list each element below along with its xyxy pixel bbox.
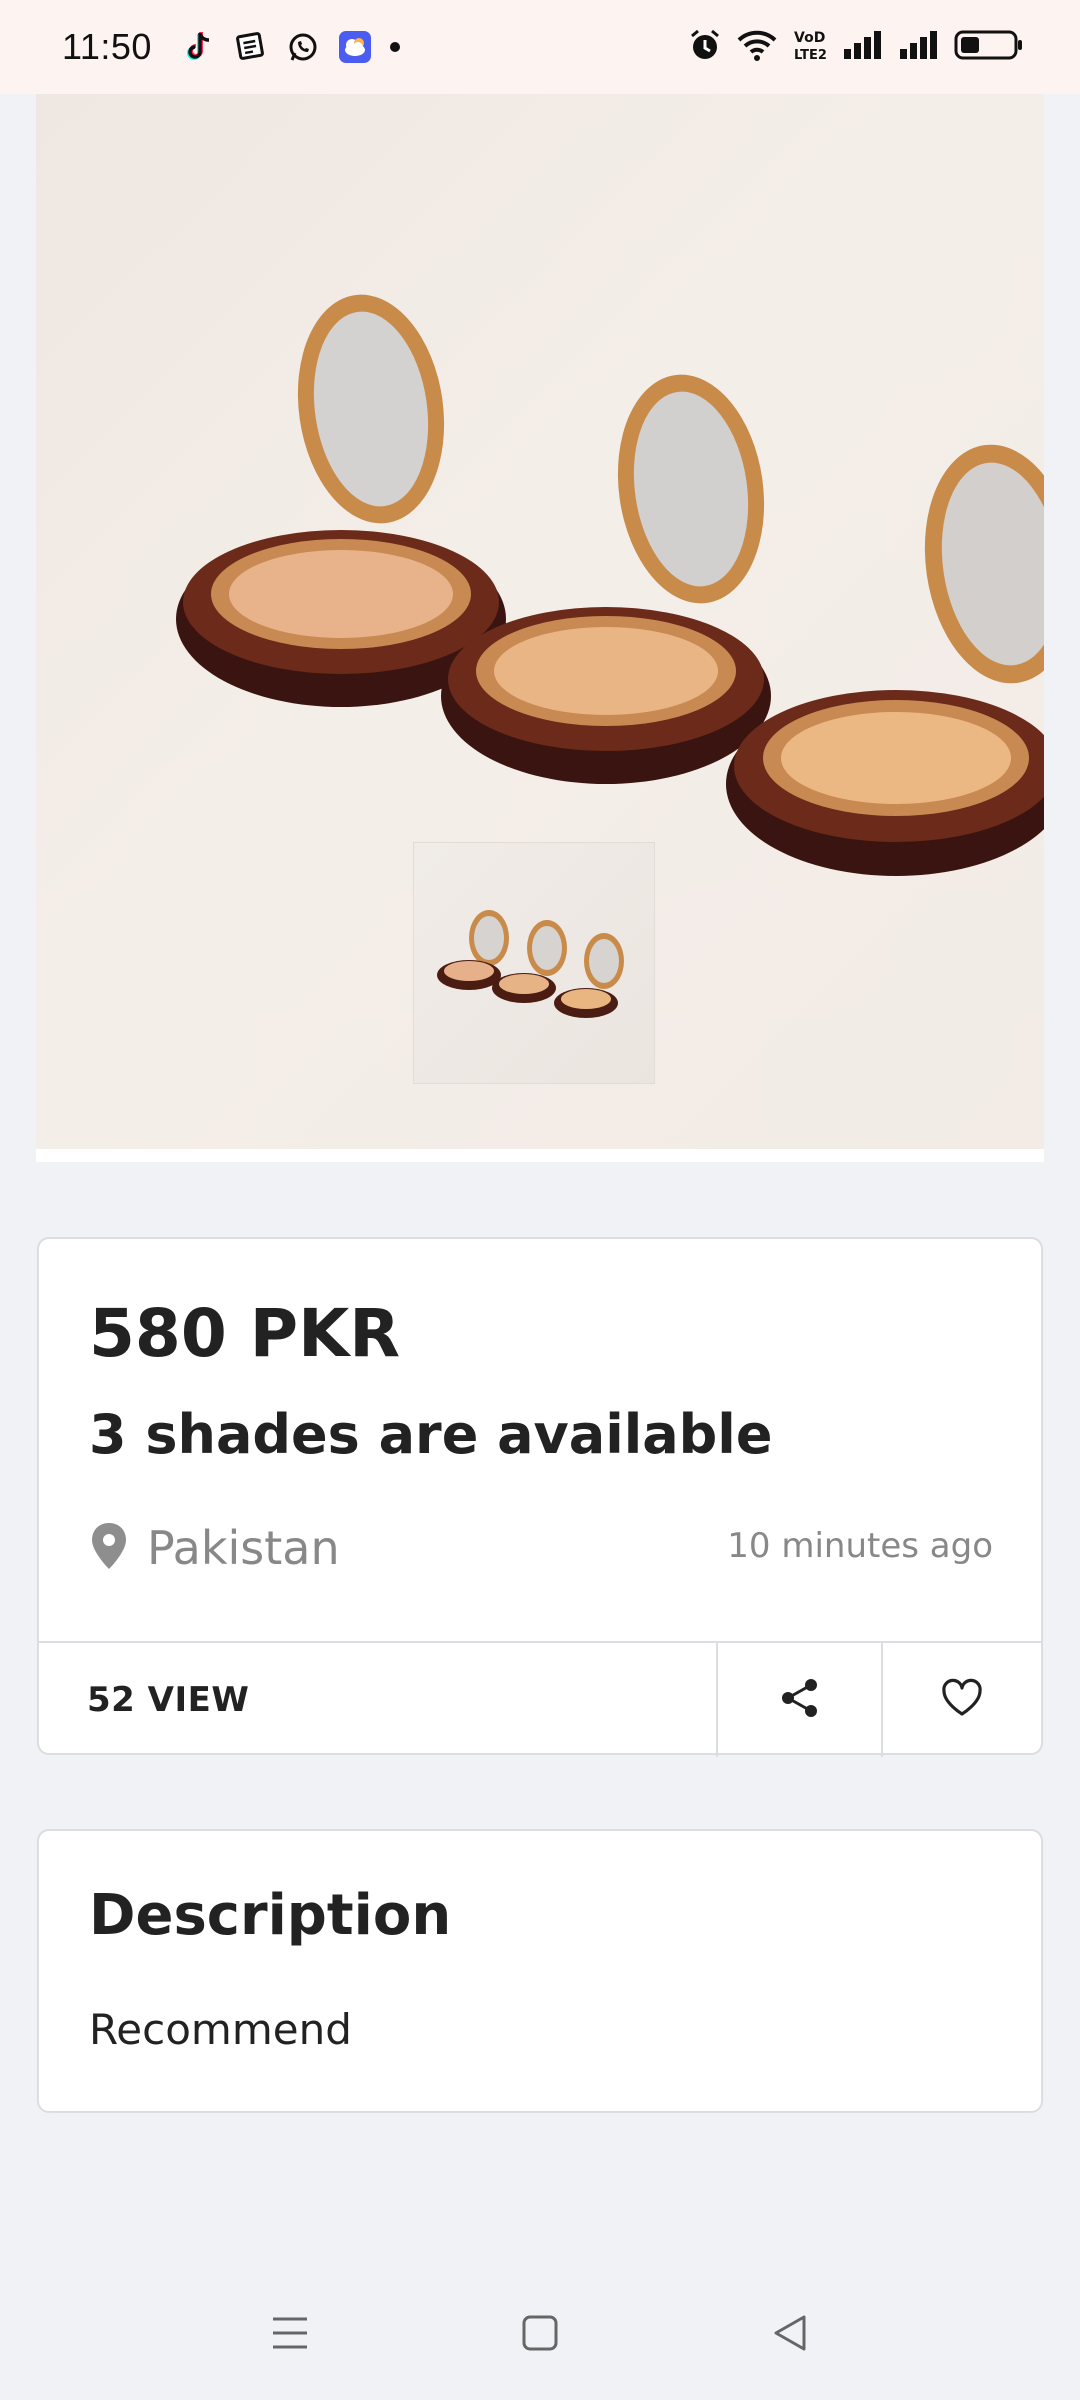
favorite-button[interactable] <box>881 1643 1041 1757</box>
location-row: Pakistan <box>89 1521 340 1575</box>
notification-icons <box>182 30 372 64</box>
location-label: Pakistan <box>147 1521 340 1575</box>
whatsapp-icon <box>286 30 320 64</box>
system-nav-bar <box>0 2280 1080 2390</box>
product-price: 580 PKR <box>89 1295 401 1372</box>
description-heading: Description <box>89 1883 452 1948</box>
image-thumbnail[interactable] <box>413 842 655 1084</box>
tiktok-icon <box>182 30 216 64</box>
heart-icon <box>940 1678 984 1722</box>
product-info-card: 580 PKR 3 shades are available Pakistan … <box>37 1237 1043 1757</box>
home-icon <box>521 2314 559 2356</box>
product-title: 3 shades are available <box>89 1403 773 1466</box>
action-bar: 52 VIEW <box>39 1641 1041 1757</box>
svg-text:VoD LTE2: VoD LTE2 <box>794 30 828 46</box>
view-count: 52 VIEW <box>87 1680 250 1720</box>
back-button[interactable] <box>760 2305 820 2365</box>
posted-time: 10 minutes ago <box>727 1526 993 1566</box>
volte-icon: VoD LTE2 LTE2 <box>792 27 866 67</box>
battery-icon <box>954 29 1024 65</box>
share-button[interactable] <box>716 1643 881 1757</box>
home-button[interactable] <box>510 2305 570 2365</box>
description-card: Description Recommend <box>37 1829 1043 2113</box>
alarm-icon <box>688 28 722 66</box>
share-icon <box>778 1676 822 1724</box>
svg-text:LTE2: LTE2 <box>794 48 827 63</box>
signal-icon <box>842 29 884 65</box>
signal-icon <box>898 29 940 65</box>
thumbnail-photo <box>437 910 624 1018</box>
product-image[interactable] <box>36 94 1044 1162</box>
menu-button[interactable] <box>260 2305 320 2365</box>
status-bar: 11:50 VoD LTE2 LTE2 <box>0 0 1080 94</box>
system-status-icons: VoD LTE2 LTE2 <box>688 27 1024 67</box>
back-icon <box>771 2313 809 2357</box>
description-body: Recommend <box>89 2005 352 2054</box>
more-notifications-dot <box>389 42 400 52</box>
location-pin-icon <box>89 1521 129 1575</box>
status-time: 11:50 <box>62 26 152 67</box>
wifi-icon <box>736 28 778 66</box>
news-icon <box>234 30 268 64</box>
menu-icon <box>270 2315 310 2355</box>
weather-icon <box>338 30 372 64</box>
